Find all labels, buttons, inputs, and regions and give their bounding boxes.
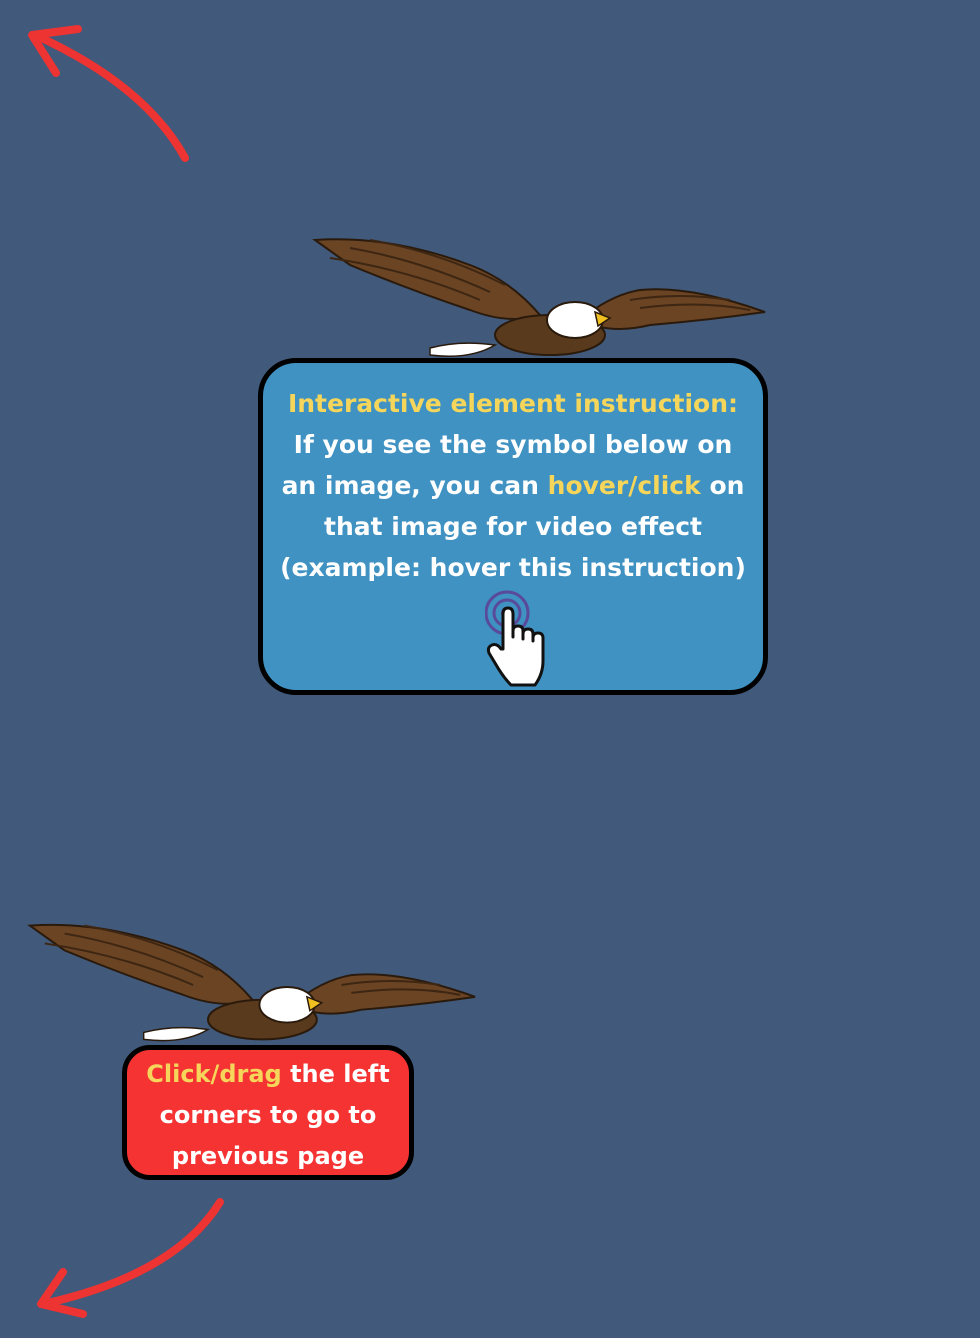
previous-page-instruction-card[interactable]: Click/drag the left corners to go to pre… [122,1045,414,1180]
tap-hand-icon [485,590,545,687]
nav-line-1: Click/drag the left [127,1054,409,1095]
instruction-line-1: If you see the symbol below on [293,430,733,459]
curved-arrow-down-left-icon[interactable] [25,1190,235,1320]
instruction-title: Interactive element instruction: [287,389,739,418]
click-drag-highlight: Click/drag [146,1060,282,1088]
instruction-line-2-end: on [700,471,745,500]
instruction-line-4: (example: hover this instruction) [280,553,746,582]
instruction-line-2-start: an image, you can [281,471,548,500]
instruction-line-2: an image, you can hover/click on [263,465,763,506]
curved-arrow-up-left-icon[interactable] [10,15,200,175]
hover-click-highlight: hover/click [547,471,701,500]
flying-eagle-icon [312,238,766,357]
nav-line-2: corners to go to [159,1101,377,1129]
nav-line-1-end: the left [281,1060,390,1088]
instruction-line-3: that image for video effect [324,512,702,541]
nav-line-3: previous page [171,1142,365,1170]
instruction-card[interactable]: Interactive element instruction: If you … [258,358,768,695]
flying-eagle-icon [27,923,476,1042]
